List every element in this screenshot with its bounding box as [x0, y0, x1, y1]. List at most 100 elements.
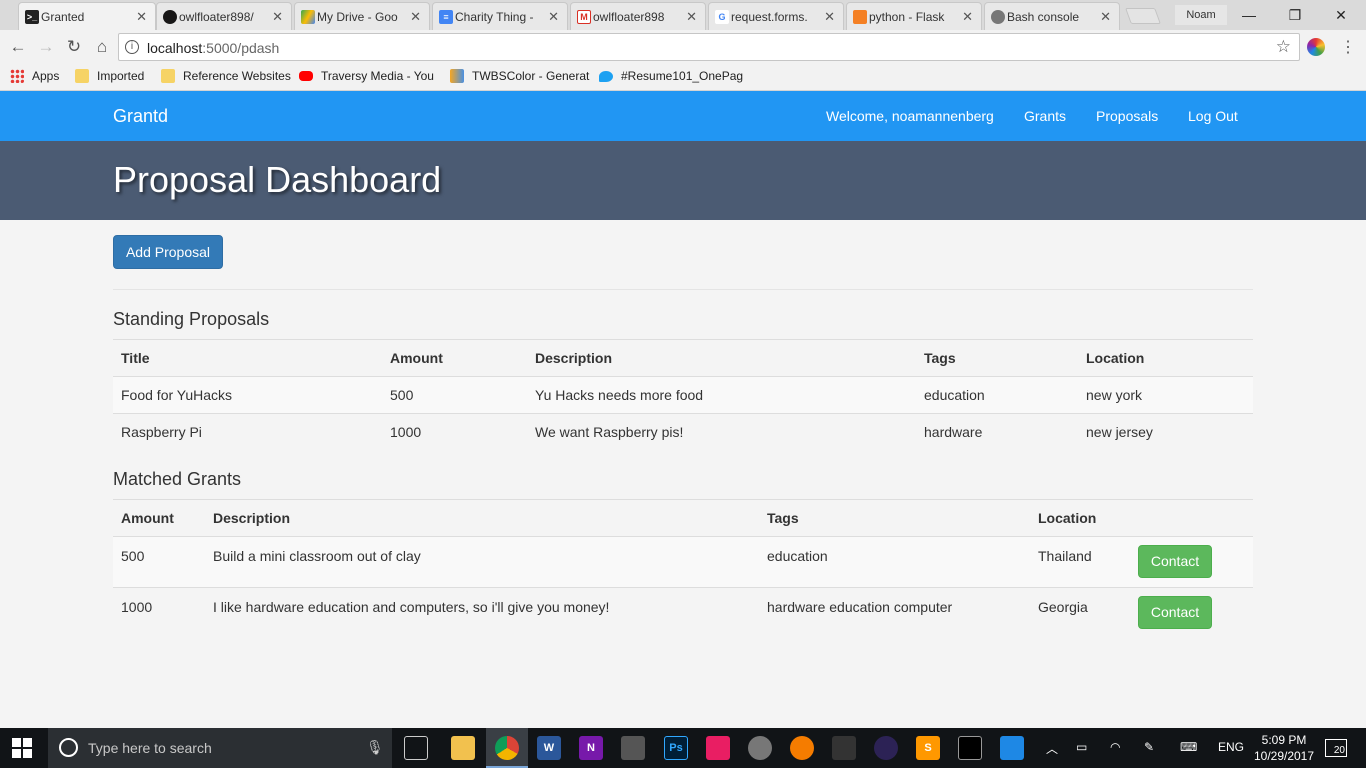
add-proposal-button[interactable]: Add Proposal: [113, 235, 223, 269]
proposal-description: Yu Hacks needs more food: [527, 376, 916, 414]
jumbotron: Proposal Dashboard: [0, 141, 1366, 220]
info-icon[interactable]: i: [125, 40, 139, 54]
proposal-amount: 500: [382, 376, 527, 414]
tab-granted[interactable]: >_ Granted ✕: [18, 2, 156, 30]
swirl-app-icon[interactable]: [748, 736, 772, 760]
drive-icon: [301, 10, 315, 24]
grant-action-cell: Contact: [1130, 587, 1253, 639]
reload-icon[interactable]: ↻: [64, 37, 84, 57]
tab-stackoverflow[interactable]: python - Flask ✕: [846, 2, 982, 30]
column-header: Amount: [113, 499, 205, 537]
gmail-icon: M: [577, 10, 591, 24]
close-icon[interactable]: ✕: [962, 9, 973, 25]
battery-icon[interactable]: ▭: [1076, 740, 1087, 754]
minimize-icon[interactable]: —: [1238, 4, 1260, 26]
nav-logout-link[interactable]: Log Out: [1188, 108, 1238, 124]
tab-title: My Drive - Goo: [317, 9, 398, 24]
proposal-title: Raspberry Pi: [113, 413, 382, 451]
close-icon[interactable]: ✕: [410, 9, 421, 25]
profile-button[interactable]: Noam: [1175, 5, 1227, 25]
close-icon[interactable]: ✕: [136, 9, 147, 25]
restore-icon[interactable]: ❐: [1284, 4, 1306, 26]
grant-location: Georgia: [1030, 587, 1130, 639]
action-center-icon[interactable]: 20: [1325, 739, 1347, 757]
address-bar[interactable]: i localhost:5000/pdash ☆: [118, 33, 1300, 61]
pen-icon[interactable]: ✎: [1144, 740, 1154, 754]
file-explorer-icon[interactable]: [451, 736, 475, 760]
windows-start-icon[interactable]: [12, 738, 32, 758]
taskbar-search[interactable]: Type here to search 🎙: [48, 728, 392, 768]
bookmark-resume101[interactable]: #Resume101_OnePag: [599, 69, 743, 83]
graphics-app-icon[interactable]: [706, 736, 730, 760]
bookmark-apps[interactable]: Apps: [10, 69, 59, 83]
bookmark-imported[interactable]: Imported: [75, 69, 144, 83]
tab-gmail[interactable]: M owlfloater898 ✕: [570, 2, 706, 30]
command-prompt-icon[interactable]: [958, 736, 982, 760]
grant-tags: hardware education computer: [759, 587, 1030, 639]
nav-welcome-link[interactable]: Welcome, noamannenberg: [826, 108, 994, 124]
bookmarks-bar: Apps Imported Reference Websites Travers…: [0, 64, 1366, 91]
forward-icon[interactable]: →: [36, 37, 56, 57]
photoshop-icon[interactable]: Ps: [664, 736, 688, 760]
home-icon[interactable]: ⌂: [92, 37, 112, 57]
nav-proposals-link[interactable]: Proposals: [1096, 108, 1158, 124]
bookmark-star-icon[interactable]: ☆: [1276, 37, 1291, 57]
proposal-amount: 1000: [382, 413, 527, 451]
tab-title: request.forms.: [731, 9, 808, 24]
bookmark-label: Reference Websites: [183, 69, 291, 83]
tab-drive[interactable]: My Drive - Goo ✕: [294, 2, 430, 30]
language-indicator[interactable]: ENG: [1218, 740, 1244, 754]
close-icon[interactable]: ✕: [272, 9, 283, 25]
onenote-icon[interactable]: N: [579, 736, 603, 760]
back-icon[interactable]: ←: [8, 37, 28, 57]
blender-icon[interactable]: [790, 736, 814, 760]
bookmark-reference-websites[interactable]: Reference Websites: [161, 69, 291, 83]
bookmark-twbscolor[interactable]: TWBSColor - Generat: [450, 69, 589, 83]
chrome-icon[interactable]: [495, 736, 519, 760]
chrome-menu-icon[interactable]: ⋮: [1340, 37, 1356, 57]
proposal-description: We want Raspberry pis!: [527, 413, 916, 451]
bookmark-label: Imported: [97, 69, 145, 83]
tab-google[interactable]: G request.forms. ✕: [708, 2, 844, 30]
proposal-title: Food for YuHacks: [113, 376, 382, 414]
bookmark-label: TWBSColor - Generat: [472, 69, 590, 83]
proposal-location: new jersey: [1078, 413, 1253, 451]
eclipse-icon[interactable]: [874, 736, 898, 760]
close-icon[interactable]: ✕: [1100, 9, 1111, 25]
clock-time: 5:09 PM: [1261, 733, 1307, 747]
tab-title: Granted: [41, 9, 85, 24]
close-icon[interactable]: ✕: [548, 9, 559, 25]
contact-button[interactable]: Contact: [1138, 596, 1212, 629]
table-header-row: Title Amount Description Tags Location: [113, 339, 1253, 377]
bookmark-traversy-media[interactable]: Traversy Media - You: [299, 69, 434, 83]
task-view-icon[interactable]: [404, 736, 428, 760]
docs-icon: ≡: [439, 10, 453, 24]
microphone-icon[interactable]: 🎙: [366, 739, 384, 756]
window-close-icon[interactable]: ✕: [1330, 4, 1352, 26]
new-tab-button[interactable]: [1125, 8, 1161, 24]
nav-grants-link[interactable]: Grants: [1024, 108, 1066, 124]
tab-docs[interactable]: ≡ Charity Thing - ✕: [432, 2, 568, 30]
column-header: Description: [527, 339, 916, 377]
word-icon[interactable]: W: [537, 736, 561, 760]
contact-button[interactable]: Contact: [1138, 545, 1212, 578]
tab-github[interactable]: owlfloater898/ ✕: [156, 2, 292, 30]
column-header: Amount: [382, 339, 527, 377]
sublime-text-icon[interactable]: S: [916, 736, 940, 760]
unity-icon[interactable]: [832, 736, 856, 760]
keyboard-icon[interactable]: ⌨: [1180, 740, 1197, 754]
inkscape-icon[interactable]: [621, 736, 645, 760]
extension-icon[interactable]: [1307, 38, 1325, 56]
bookmark-label: Traversy Media - You: [321, 69, 434, 83]
tab-bash-console[interactable]: Bash console ✕: [984, 2, 1120, 30]
brand-link[interactable]: Grantd: [113, 106, 168, 127]
wifi-icon[interactable]: ◠: [1110, 740, 1120, 754]
close-icon[interactable]: ✕: [824, 9, 835, 25]
grant-description: I like hardware education and computers,…: [205, 587, 759, 639]
tab-title: owlfloater898/: [179, 9, 254, 24]
chevron-up-icon[interactable]: ︿: [1046, 740, 1058, 757]
close-icon[interactable]: ✕: [686, 9, 697, 25]
proposal-location: new york: [1078, 376, 1253, 414]
taskbar-clock[interactable]: 5:09 PM 10/29/2017: [1252, 732, 1316, 764]
remote-desktop-icon[interactable]: [1000, 736, 1024, 760]
